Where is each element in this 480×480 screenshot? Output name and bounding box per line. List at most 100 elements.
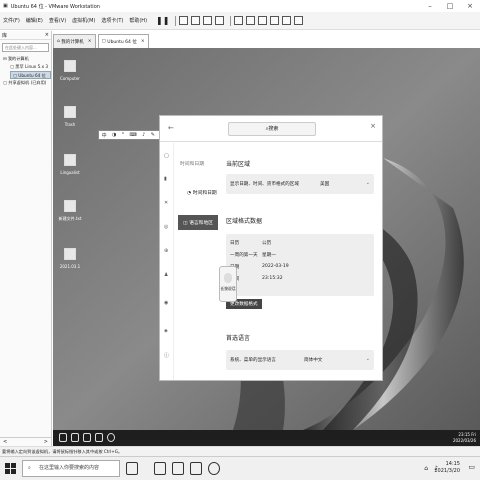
media-icon[interactable] <box>208 462 220 475</box>
settings-app-icon[interactable] <box>107 433 115 442</box>
nav-update-icon[interactable]: ◈ <box>164 328 168 334</box>
settings-close-button[interactable]: × <box>370 122 376 130</box>
browser-icon[interactable] <box>95 433 103 442</box>
menu-bar: 文件(F) 编辑(E) 查看(V) 虚拟机(M) 选项卡(T) 帮助(H) ❚❚ <box>0 12 480 30</box>
computer-icon <box>64 60 76 72</box>
subnav-item-date[interactable]: ◔ 时间和日期 <box>187 189 217 196</box>
library-search-input[interactable]: 在此处键入内容... <box>2 43 49 52</box>
windows-clock[interactable]: 14:15 2021/3/20 <box>434 461 460 475</box>
nav-power-icon[interactable]: ▮ <box>164 176 167 182</box>
chevron-down-icon: ⌄ <box>365 356 370 362</box>
subnav-item-label: 时间和日期 <box>192 191 217 196</box>
mic-icon[interactable]: ♪ <box>142 132 145 138</box>
menu-view[interactable]: 查看(V) <box>49 17 66 24</box>
library-scrollbar[interactable]: < > <box>0 437 51 446</box>
desktop-icon-trash[interactable]: Trash <box>55 106 85 127</box>
notification-icon[interactable]: ▭ <box>468 463 475 471</box>
subnav-item-language[interactable]: ◫ 语言和地区 <box>178 215 219 230</box>
console-view-icon[interactable] <box>282 16 292 25</box>
windows-search-input[interactable]: ⌕ 在这里输入你要搜索的内容 <box>22 460 120 477</box>
nav-bluetooth-icon[interactable]: ⊕ <box>164 248 168 254</box>
voice-input-label: 长按说话 <box>220 286 236 291</box>
tree-node-shared-vms[interactable]: ▢ 共享虚拟机 (已弃用) <box>0 79 51 87</box>
desktop-icon-textfile[interactable]: 新建文件.txt <box>55 200 85 222</box>
stretch-icon[interactable] <box>294 16 304 25</box>
show-library-icon[interactable] <box>234 16 244 25</box>
chrome-icon[interactable] <box>190 462 202 475</box>
menu-tabs[interactable]: 选项卡(T) <box>101 17 123 24</box>
scroll-right-icon[interactable]: > <box>44 439 48 445</box>
vm-icon: ▢ <box>101 39 106 44</box>
settings-content: 当前区域 显示日期、时间、货币格式的区域 美国 ⌄ 区域格式数据 日历 公历 一… <box>226 143 376 380</box>
desktop-icon-computer[interactable]: Computer <box>55 60 85 81</box>
folder-icon[interactable] <box>71 433 79 442</box>
windows-time: 14:15 <box>445 461 460 467</box>
tree-node-my-computer[interactable]: ⊟ 我的计算机 <box>0 55 51 63</box>
thumbnail-icon[interactable] <box>246 16 256 25</box>
menu-edit[interactable]: 编辑(E) <box>26 17 43 24</box>
windows-date: 2021/3/20 <box>434 468 460 474</box>
desktop-icon-label: 新建文件.txt <box>58 216 82 221</box>
windows-search-placeholder: 在这里输入你要搜索的内容 <box>39 465 100 471</box>
close-window-button[interactable]: × <box>460 2 480 10</box>
revert-snapshot-icon[interactable] <box>203 16 213 25</box>
tab-label: Ubuntu 64 位 <box>107 39 137 45</box>
nav-display-icon[interactable]: ▢ <box>164 153 169 159</box>
snapshot-icon[interactable] <box>191 16 201 25</box>
library-close-button[interactable]: × <box>45 32 49 38</box>
menu-help[interactable]: 帮助(H) <box>129 17 147 24</box>
subnav-item-label: 语言和地区 <box>189 221 214 226</box>
trash-icon <box>64 106 76 118</box>
nav-accounts-icon[interactable]: ♟ <box>164 272 168 278</box>
scroll-left-icon[interactable]: < <box>3 439 7 445</box>
ubuntu-clock[interactable]: 23:15 Fri 2022/03/26 <box>453 432 476 443</box>
send-ctrl-alt-del-icon[interactable] <box>179 16 189 25</box>
minimize-button[interactable]: – <box>420 2 440 10</box>
tab-close-button[interactable]: × <box>88 39 92 44</box>
settings-search-input[interactable]: ⌕搜索 <box>228 122 316 136</box>
punctuation-icon[interactable]: ° <box>122 132 125 138</box>
tree-node-vm-ubuntu[interactable]: ▢ Ubuntu 64 位 <box>10 71 51 79</box>
back-button[interactable]: ← <box>168 124 174 132</box>
menu-file[interactable]: 文件(F) <box>3 17 20 24</box>
desktop-icon-screenshot[interactable]: 2021.03.1 <box>55 248 85 269</box>
pause-icon[interactable]: ❚❚ <box>156 16 169 25</box>
half-width-icon[interactable]: ◑ <box>112 132 116 138</box>
library-panel: 库 × 在此处键入内容... ⊟ 我的计算机 ▢ 黑苹 Linux 5.x 3 … <box>0 31 52 446</box>
app-store-icon[interactable] <box>83 433 91 442</box>
vmware-app-icon[interactable] <box>172 462 184 475</box>
input-method-icon[interactable]: 中 <box>102 132 107 139</box>
tree-node-label: 共享虚拟机 (已弃用) <box>8 80 47 85</box>
desktop-icon-lingualist[interactable]: Lingualist <box>55 154 85 175</box>
full-screen-icon[interactable] <box>258 16 268 25</box>
task-view-icon[interactable] <box>126 462 138 475</box>
files-icon[interactable] <box>59 433 67 442</box>
tab-ubuntu[interactable]: ▢ Ubuntu 64 位 × <box>97 34 149 48</box>
voice-input-popup[interactable]: 长按说话 <box>219 266 237 302</box>
search-placeholder: 搜索 <box>268 126 279 132</box>
nav-tools-icon[interactable]: ✕ <box>164 200 168 206</box>
tab-my-computer[interactable]: ⌂ 我的计算机 × <box>53 34 96 48</box>
tab-close-button[interactable]: × <box>141 39 145 44</box>
tree-node-vm-linux[interactable]: ▢ 黑苹 Linux 5.x 3 <box>0 63 51 71</box>
explorer-icon[interactable] <box>154 462 166 475</box>
first-language-label: 系统、菜单的显示语言 <box>230 358 276 363</box>
maximize-button[interactable]: □ <box>440 2 460 10</box>
home-folder-icon <box>64 154 76 166</box>
snapshot-manager-icon[interactable] <box>215 16 225 25</box>
nav-network-icon[interactable]: ◎ <box>164 224 168 230</box>
nav-info-icon[interactable]: ⓘ <box>164 352 169 359</box>
network-icon[interactable]: ⌂ <box>424 465 428 472</box>
windows-start-icon[interactable] <box>5 463 16 474</box>
first-language-row[interactable]: 系统、菜单的显示语言 简体中文 ⌄ <box>226 350 374 370</box>
current-region-row[interactable]: 显示日期、时间、货币格式的区域 美国 ⌄ <box>226 174 374 194</box>
toolbar-separator <box>230 15 232 26</box>
desktop-icon-label: 2021.03.1 <box>59 264 81 269</box>
keyboard-icon[interactable]: ⌨ <box>130 132 137 138</box>
nav-time-icon[interactable]: ◉ <box>164 300 168 306</box>
vmware-status-line: 要将输入定向到该虚拟机，请将鼠标指针移入其中或按 Ctrl+G。 <box>0 446 480 456</box>
menu-vm[interactable]: 虚拟机(M) <box>72 17 95 24</box>
ubuntu-desktop[interactable]: Computer Trash Lingualist 新建文件.txt 2021.… <box>53 48 480 430</box>
tools-icon[interactable]: ✎ <box>151 132 155 138</box>
unity-icon[interactable] <box>270 16 280 25</box>
